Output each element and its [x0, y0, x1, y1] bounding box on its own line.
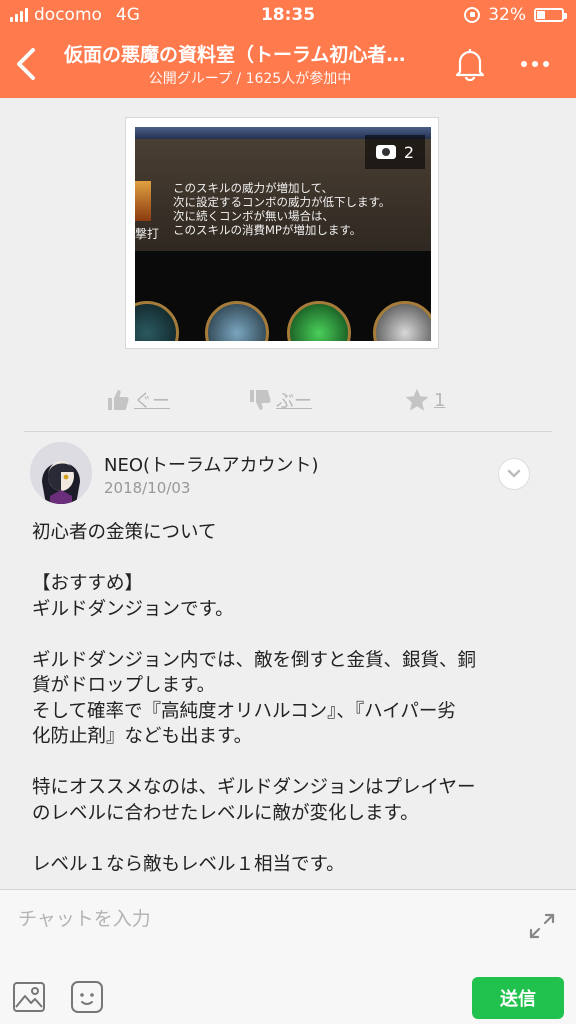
orb-icon	[287, 301, 351, 341]
dot-icon	[521, 61, 527, 67]
image-text-line: このスキルの消費MPが増加します。	[173, 223, 362, 237]
chat-composer: 送信	[0, 889, 576, 1024]
image-text-line: 次に続くコンボが無い場合は、	[173, 209, 334, 223]
post-date: 2018/10/03	[104, 479, 191, 497]
image-text-line: 次に設定するコンボの威力が低下します。	[173, 195, 391, 209]
expand-button[interactable]	[498, 458, 530, 490]
send-button[interactable]: 送信	[472, 977, 564, 1019]
expand-arrows-icon	[529, 913, 555, 939]
dot-icon	[543, 61, 549, 67]
dot-icon	[532, 61, 538, 67]
chevron-down-icon	[507, 469, 521, 478]
photo-count: 2	[403, 142, 415, 162]
orb-icon	[205, 301, 269, 341]
group-subtitle: 公開グループ / 1625人が参加中	[148, 71, 352, 87]
thumbs-up-icon	[108, 390, 129, 410]
bell-icon	[455, 49, 485, 81]
avatar-image	[30, 442, 92, 504]
post-image[interactable]: 撃打 このスキルの威力が増加して、 次に設定するコンボの威力が低下します。 次に続く…	[135, 127, 431, 341]
good-button[interactable]: ぐー	[106, 387, 170, 413]
star-count: 1	[434, 389, 446, 411]
photo-count-badge: 2	[365, 135, 425, 169]
post-line	[32, 826, 532, 852]
status-right: 32%	[464, 5, 567, 25]
skill-orbs	[135, 297, 431, 341]
camera-icon	[375, 145, 396, 159]
good-label: ぐー	[134, 391, 170, 412]
bad-button[interactable]: ぶー	[248, 387, 312, 413]
fullscreen-button[interactable]	[526, 910, 558, 942]
chevron-left-icon	[17, 48, 35, 80]
post-line: ギルドダンジョン内では、敵を倒すと金貨、銀貨、銅	[32, 649, 477, 671]
post-line: レベル１なら敵もレベル１相当です。	[32, 853, 345, 875]
orb-icon	[135, 301, 179, 341]
post-line: のレベルに合わせたレベルに敵が変化します。	[32, 802, 419, 824]
more-options-button[interactable]	[510, 42, 560, 86]
thumbs-down-icon	[250, 390, 271, 410]
star-icon	[405, 388, 429, 411]
post-line	[32, 750, 532, 776]
post-line: 化防止剤』なども出ます。	[32, 726, 253, 747]
chat-input[interactable]	[18, 904, 498, 934]
orientation-lock-icon	[464, 7, 481, 23]
reaction-bar: ぐー ぶー 1	[0, 383, 576, 419]
bad-label: ぶー	[276, 391, 312, 412]
orb-icon	[373, 301, 431, 341]
image-button[interactable]	[12, 980, 46, 1014]
post-body: 初心者の金策について 【おすすめ】ギルドダンジョンです。ギルドダンジョン内では、敵…	[32, 520, 532, 877]
image-side-label: 撃打	[135, 227, 160, 241]
battery-percent: 32%	[488, 5, 526, 25]
post-line: ギルドダンジョンです。	[32, 598, 234, 620]
battery-fill	[537, 11, 545, 19]
image-icon	[13, 982, 45, 1012]
post-line	[32, 622, 532, 648]
notification-button[interactable]	[448, 42, 492, 86]
post-line: 特にオススメなのは、ギルドダンジョンはプレイヤー	[32, 777, 476, 798]
group-title[interactable]: 仮面の悪魔の資料室（トーラム初心者…	[64, 40, 436, 67]
sticker-button[interactable]	[70, 980, 104, 1014]
post-image-card[interactable]: 撃打 このスキルの威力が増加して、 次に設定するコンボの威力が低下します。 次に続く…	[125, 117, 439, 349]
divider	[24, 431, 552, 432]
sticker-icon	[71, 981, 103, 1013]
image-text: このスキルの威力が増加して、 次に設定するコンボの威力が低下します。 次に続くコンボ…	[173, 181, 390, 237]
skill-icon	[135, 181, 151, 221]
status-bar: docomo 4G 18:35 32%	[0, 0, 576, 30]
back-button[interactable]	[8, 42, 42, 86]
post-line: そして確率で『高純度オリハルコン』、『ハイパー劣	[32, 700, 456, 722]
post-line: 【おすすめ】	[32, 573, 144, 594]
avatar[interactable]	[30, 442, 92, 504]
battery-icon	[534, 8, 567, 22]
post-line	[32, 546, 532, 572]
author-name[interactable]: NEO(トーラムアカウント)	[104, 451, 319, 477]
post-line: 初心者の金策について	[32, 522, 217, 543]
post-line: 貨がドロップします。	[32, 675, 216, 696]
app-header: 仮面の悪魔の資料室（トーラム初心者… 公開グループ / 1625人が参加中	[0, 30, 576, 98]
star-button[interactable]: 1	[404, 387, 445, 413]
image-text-line: このスキルの威力が増加して、	[173, 181, 334, 195]
